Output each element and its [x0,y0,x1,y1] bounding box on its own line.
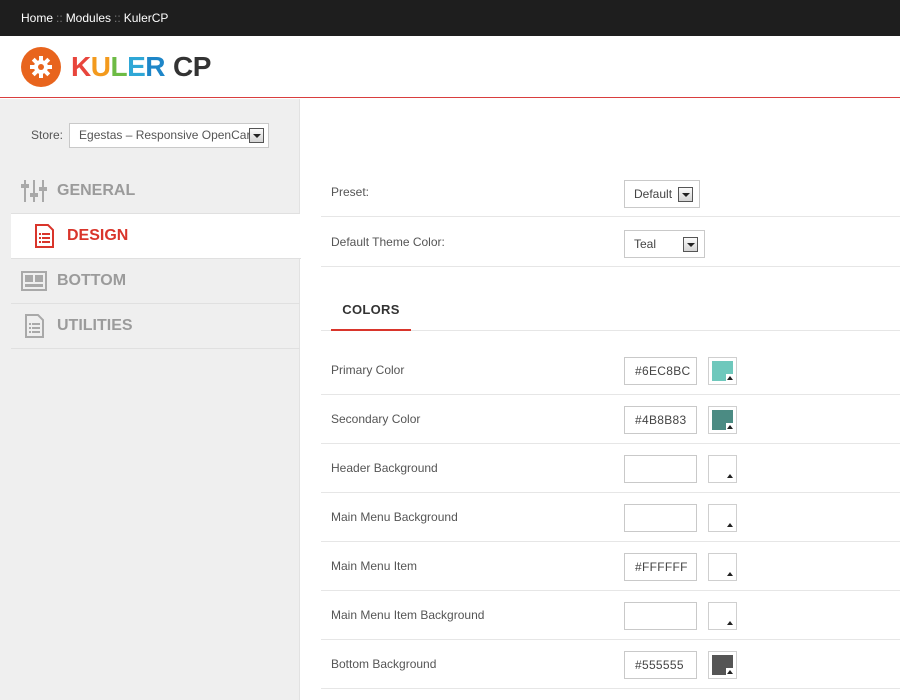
color-setting-row: Secondary Color #4B8B83 [321,395,900,444]
default-theme-color-label: Default Theme Color: [331,235,445,249]
color-setting-row: Main Menu Item #FFFFFF [321,542,900,591]
store-label: Store: [31,128,64,142]
document-icon [31,223,57,249]
breadcrumb-separator: :: [114,11,121,25]
color-setting-row: Main Menu Item Background [321,591,900,640]
color-setting-label: Main Menu Item Background [331,608,485,622]
color-picker-swatch[interactable] [708,651,737,679]
logo-letter: E [127,51,146,82]
color-picker-swatch[interactable] [708,406,737,434]
sidebar: Store: Egestas – Responsive OpenCart GEN… [0,99,301,700]
color-picker-swatch[interactable] [708,553,737,581]
sidebar-item-utilities[interactable]: UTILITIES [11,304,300,349]
color-hex-input[interactable] [624,504,697,532]
sliders-icon [21,178,47,204]
color-setting-label: Main Menu Item [331,559,418,573]
color-setting-label: Bottom Background [331,657,437,671]
sidebar-item-label: UTILITIES [57,317,133,334]
sidebar-item-label: BOTTOM [57,272,127,289]
chevron-down-icon[interactable] [678,187,693,202]
picker-arrow-icon [726,570,734,578]
design-settings-panel: Preset: Default Default Theme Color: Tea… [321,99,900,700]
color-setting-row: Primary Color #6EC8BC [321,346,900,395]
tab-colors[interactable]: COLORS [331,292,411,331]
kuler-cp-logo: KULER CP [71,51,211,83]
logo-letter: L [110,51,128,82]
color-picker-swatch[interactable] [708,357,737,385]
breadcrumb-kulercp-link[interactable]: KulerCP [124,11,169,25]
logo-suffix: CP [173,51,211,82]
breadcrumb-separator: :: [56,11,63,25]
sidebar-item-label: DESIGN [67,227,129,244]
list-document-icon [21,313,47,339]
color-hex-input[interactable] [624,455,697,483]
picker-arrow-icon [726,423,734,431]
preset-select[interactable]: Default [624,180,700,208]
color-setting-row: Header Background [321,444,900,493]
color-hex-input[interactable]: #6EC8BC [624,357,697,385]
color-setting-row: Main Menu Background [321,493,900,542]
color-setting-label: Secondary Color [331,412,421,426]
breadcrumb-home-link[interactable]: Home [21,11,53,25]
color-picker-swatch[interactable] [708,504,737,532]
preset-select-value: Default [634,187,673,201]
sidebar-item-general[interactable]: GENERAL [11,169,300,214]
color-setting-row: Bottom Background #555555 [321,640,900,689]
theme-color-select-value: Teal [634,237,657,251]
picker-arrow-icon [726,472,734,480]
chevron-down-icon[interactable] [683,237,698,252]
layout-icon [21,268,47,294]
sidebar-item-label: GENERAL [57,182,136,199]
color-setting-label: Primary Color [331,363,405,377]
breadcrumb-modules-link[interactable]: Modules [66,11,111,25]
color-setting-label: Main Menu Background [331,510,458,524]
preset-label: Preset: [331,185,370,199]
store-selector-row: Store: Egestas – Responsive OpenCart [31,122,270,148]
logo-letter: R [145,51,165,82]
sidebar-nav: GENERAL DESIGN BOTTOM UTILITIES [11,169,301,349]
color-hex-input[interactable] [624,602,697,630]
sidebar-item-design[interactable]: DESIGN [11,214,301,259]
sidebar-item-bottom[interactable]: BOTTOM [11,259,300,304]
color-hex-input[interactable]: #555555 [624,651,697,679]
picker-arrow-icon [726,619,734,627]
chevron-down-icon[interactable] [249,127,265,143]
gear-logo-icon [21,47,61,87]
color-picker-swatch[interactable] [708,455,737,483]
color-hex-input[interactable]: #FFFFFF [624,553,697,581]
color-setting-label: Header Background [331,461,438,475]
colors-tab-bar: COLORS [321,292,900,331]
logo-letter: K [71,51,91,82]
picker-arrow-icon [726,668,734,676]
page-header: KULER CP [0,36,900,98]
preset-row: Preset: Default [321,168,900,217]
picker-arrow-icon [726,521,734,529]
logo-letter: U [90,51,111,82]
store-select[interactable]: Egestas – Responsive OpenCart [69,122,270,148]
breadcrumb: Home:: Modules:: KulerCP [0,0,900,36]
color-hex-input[interactable]: #4B8B83 [624,406,697,434]
default-theme-color-row: Default Theme Color: Teal [321,218,900,267]
default-theme-color-select[interactable]: Teal [624,230,705,258]
color-picker-swatch[interactable] [708,602,737,630]
picker-arrow-icon [726,374,734,382]
store-select-value: Egestas – Responsive OpenCart [79,127,254,142]
